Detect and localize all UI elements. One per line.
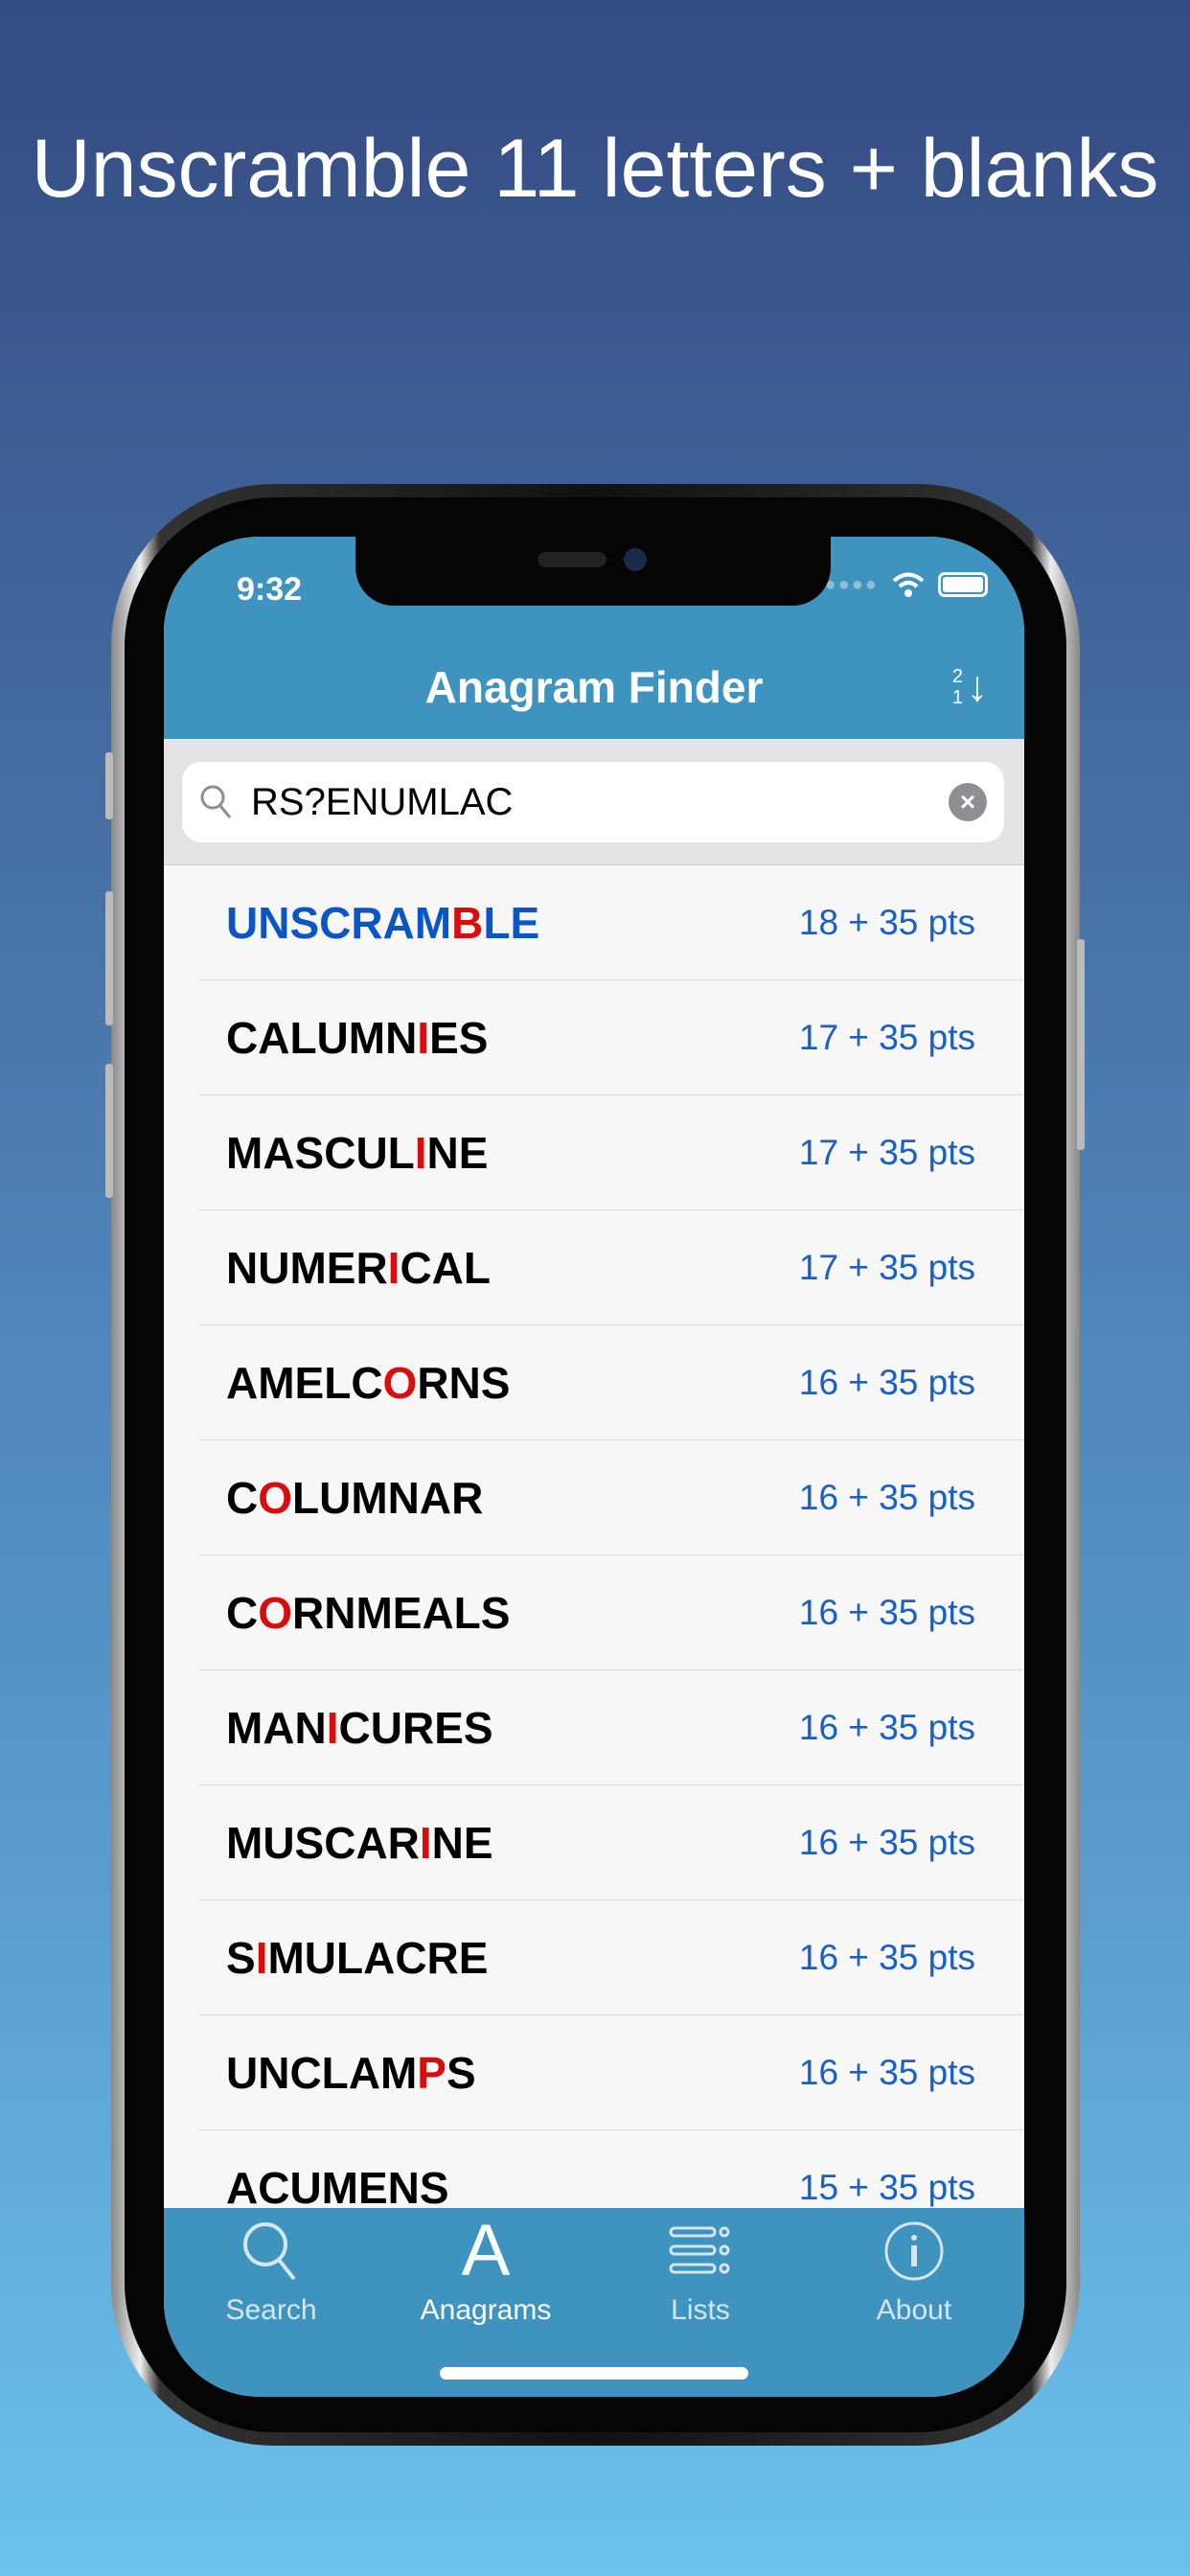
points-label: 16 + 35 pts — [798, 1823, 975, 1862]
result-row[interactable]: UNSCRAMBLE 18 + 35 pts — [164, 865, 1024, 980]
points-label: 15 + 35 pts — [798, 2168, 975, 2207]
tab-label: Anagrams — [420, 2294, 552, 2326]
sort-descending-21-icon: 21 — [951, 666, 963, 708]
mute-switch — [105, 752, 113, 819]
blank-letter: O — [258, 1473, 293, 1523]
result-row[interactable]: MUSCARINE 16 + 35 pts — [164, 1785, 1024, 1900]
volume-down-button — [105, 1064, 113, 1198]
result-row[interactable]: SIMULACRE 16 + 35 pts — [164, 1900, 1024, 2015]
anagram-word: ACUMENS — [226, 2163, 449, 2213]
anagram-word: UNSCRAMBLE — [226, 898, 540, 948]
anagram-word: AMELCORNS — [226, 1358, 511, 1408]
status-icons: ●●●● — [825, 571, 988, 598]
battery-icon — [938, 572, 988, 597]
points-label: 16 + 35 pts — [798, 1478, 975, 1517]
points-label: 17 + 35 pts — [798, 1248, 975, 1287]
result-row[interactable]: COLUMNAR 16 + 35 pts — [164, 1440, 1024, 1555]
search-input[interactable] — [251, 780, 949, 824]
letter-a-icon: A — [461, 2210, 511, 2291]
volume-up-button — [105, 891, 113, 1025]
points-label: 16 + 35 pts — [798, 1708, 975, 1747]
status-time: 9:32 — [237, 571, 303, 608]
points-label: 16 + 35 pts — [798, 1363, 975, 1402]
anagram-word: UNCLAMPS — [226, 2048, 476, 2098]
list-icon — [669, 2226, 730, 2274]
headline: Unscramble 11 letters + blanks — [31, 123, 1159, 215]
blank-letter: I — [417, 1013, 430, 1063]
points-label: 16 + 35 pts — [798, 2053, 975, 2092]
search-bar: × — [164, 739, 1024, 865]
blank-letter: O — [382, 1358, 418, 1408]
tab-bar: Search A Anagrams Lists About — [164, 2208, 1024, 2397]
anagram-word: MASCULINE — [226, 1128, 489, 1178]
anagram-word: CORNMEALS — [226, 1588, 511, 1638]
results-list[interactable]: UNSCRAMBLE 18 + 35 pts CALUMNIES 17 + 35 pt… — [164, 865, 1024, 2245]
points-label: 16 + 35 pts — [798, 1593, 975, 1632]
anagram-word: MANICURES — [226, 1703, 493, 1753]
blank-letter: B — [451, 898, 484, 948]
tab-label: Search — [225, 2294, 317, 2326]
tab-anagrams[interactable]: A Anagrams — [390, 2210, 582, 2327]
signal-icon: ●●●● — [824, 573, 879, 595]
result-row[interactable]: MASCULINE 17 + 35 pts — [164, 1095, 1024, 1210]
points-label: 16 + 35 pts — [798, 1938, 975, 1977]
blank-letter: I — [326, 1703, 339, 1753]
blank-letter: O — [258, 1588, 293, 1638]
side-button — [1077, 939, 1085, 1150]
result-row[interactable]: CORNMEALS 16 + 35 pts — [164, 1555, 1024, 1670]
blank-letter: I — [387, 1243, 400, 1293]
magnifier-icon — [243, 2222, 296, 2281]
home-indicator[interactable] — [440, 2367, 748, 2380]
blank-letter: I — [414, 1128, 427, 1178]
search-field[interactable]: × — [182, 762, 1004, 842]
close-icon: × — [959, 787, 976, 816]
wifi-icon — [892, 572, 925, 597]
notch — [355, 537, 831, 606]
blank-letter: I — [419, 1818, 432, 1868]
result-row[interactable]: UNCLAMPS 16 + 35 pts — [164, 2015, 1024, 2130]
arrow-down-icon: ↓ — [967, 663, 988, 710]
page-title: Anagram Finder — [424, 662, 764, 712]
points-label: 17 + 35 pts — [798, 1018, 975, 1057]
anagram-word: SIMULACRE — [226, 1933, 489, 1983]
result-row[interactable]: MANICURES 16 + 35 pts — [164, 1670, 1024, 1785]
result-row[interactable]: CALUMNIES 17 + 35 pts — [164, 980, 1024, 1095]
anagram-word: MUSCARINE — [226, 1818, 493, 1868]
result-row[interactable]: AMELCORNS 16 + 35 pts — [164, 1325, 1024, 1440]
anagram-word: CALUMNIES — [226, 1013, 489, 1063]
anagram-word: NUMERICAL — [226, 1243, 491, 1293]
clear-search-button[interactable]: × — [949, 783, 987, 821]
points-label: 18 + 35 pts — [798, 903, 975, 942]
info-icon — [884, 2221, 944, 2281]
app-screen: 9:32 ●●●● Anagram Finder 21 ↓ × UNSCRAMB… — [164, 537, 1024, 2397]
tab-about[interactable]: About — [818, 2218, 1010, 2327]
tab-label: Lists — [671, 2294, 730, 2326]
anagram-word: COLUMNAR — [226, 1473, 484, 1523]
points-label: 17 + 35 pts — [798, 1133, 975, 1172]
result-row[interactable]: NUMERICAL 17 + 35 pts — [164, 1210, 1024, 1325]
tab-lists[interactable]: Lists — [605, 2218, 796, 2327]
search-icon — [200, 785, 232, 818]
blank-letter: P — [417, 2048, 446, 2098]
sort-button[interactable]: 21 ↓ — [952, 663, 988, 711]
blank-letter: I — [255, 1933, 268, 1983]
tab-search[interactable]: Search — [175, 2218, 367, 2327]
tab-label: About — [876, 2294, 952, 2326]
